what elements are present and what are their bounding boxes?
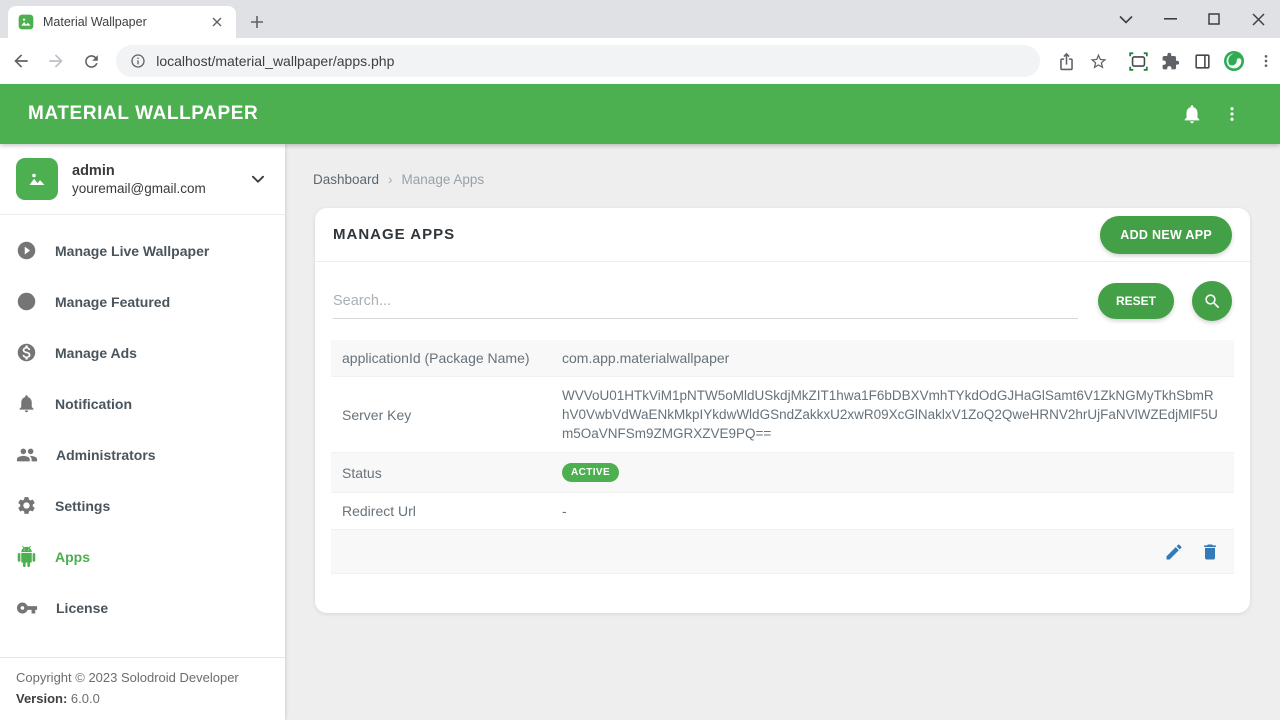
share-icon[interactable] bbox=[1052, 47, 1080, 75]
version-text: Version: 6.0.0 bbox=[16, 691, 269, 706]
sidebar-item-manage-ads[interactable]: Manage Ads bbox=[0, 327, 285, 378]
sidebar-item-label: Manage Ads bbox=[55, 345, 137, 361]
row-value: WVVoU01HTkViM1pNTW5oMldUSkdjMkZIT1hwa1F6… bbox=[556, 377, 1224, 452]
browser-toolbar: localhost/material_wallpaper/apps.php bbox=[0, 38, 1280, 84]
forward-icon[interactable] bbox=[41, 46, 70, 76]
tab-favicon-image-icon bbox=[18, 14, 34, 30]
search-row: RESET bbox=[315, 262, 1250, 340]
profile-name: admin bbox=[72, 163, 233, 179]
table-row-server-key: Server Key WVVoU01HTkViM1pNTW5oMldUSkdjM… bbox=[331, 377, 1234, 453]
window-minimize-icon[interactable] bbox=[1148, 0, 1192, 38]
app-title: MATERIAL WALLPAPER bbox=[28, 103, 1172, 125]
profile-extension-icon[interactable] bbox=[1220, 47, 1248, 75]
people-icon bbox=[16, 444, 38, 466]
extensions-puzzle-icon[interactable] bbox=[1156, 47, 1184, 75]
add-new-app-button[interactable]: ADD NEW APP bbox=[1100, 216, 1232, 254]
breadcrumb-dashboard-link[interactable]: Dashboard bbox=[313, 172, 379, 187]
tab-title: Material Wallpaper bbox=[43, 15, 199, 29]
reload-icon[interactable] bbox=[77, 46, 106, 76]
sidebar-item-manage-live-wallpaper[interactable]: Manage Live Wallpaper bbox=[0, 225, 285, 276]
sidebar-item-administrators[interactable]: Administrators bbox=[0, 429, 285, 480]
toolbar-right-icons bbox=[1052, 47, 1280, 75]
manage-apps-card: MANAGE APPS ADD NEW APP RESET applicatio… bbox=[315, 208, 1250, 613]
profile-chevron-down-icon[interactable] bbox=[247, 168, 269, 190]
screen-capture-extension-icon[interactable] bbox=[1124, 47, 1152, 75]
table-row-redirect-url: Redirect Url - bbox=[331, 493, 1234, 530]
address-bar[interactable]: localhost/material_wallpaper/apps.php bbox=[116, 45, 1040, 77]
sidebar-item-label: Notification bbox=[55, 396, 132, 412]
site-info-icon[interactable] bbox=[130, 53, 146, 69]
profile-section[interactable]: admin youremail@gmail.com bbox=[0, 144, 285, 215]
app-header: MATERIAL WALLPAPER bbox=[0, 84, 1280, 144]
edit-pencil-icon[interactable] bbox=[1162, 540, 1186, 564]
new-tab-button[interactable] bbox=[246, 11, 268, 33]
side-panel-icon[interactable] bbox=[1188, 47, 1216, 75]
back-icon[interactable] bbox=[6, 46, 35, 76]
sidebar-item-label: Apps bbox=[55, 549, 90, 565]
notifications-bell-icon[interactable] bbox=[1172, 94, 1212, 134]
row-label: applicationId (Package Name) bbox=[331, 340, 556, 376]
sidebar-item-settings[interactable]: Settings bbox=[0, 480, 285, 531]
sidebar-footer: Copyright © 2023 Solodroid Developer Ver… bbox=[0, 657, 285, 720]
browser-tab-strip: Material Wallpaper bbox=[0, 0, 1280, 38]
key-icon bbox=[16, 597, 38, 619]
sidebar-item-apps[interactable]: Apps bbox=[0, 531, 285, 582]
window-menu-chevron-icon[interactable] bbox=[1104, 0, 1148, 38]
header-kebab-menu-icon[interactable] bbox=[1212, 94, 1252, 134]
version-label: Version: bbox=[16, 691, 67, 706]
table-row-actions bbox=[331, 530, 1234, 574]
circle-icon bbox=[16, 291, 37, 312]
sidebar: admin youremail@gmail.com Manage Live Wa… bbox=[0, 144, 285, 720]
status-badge: ACTIVE bbox=[562, 463, 619, 482]
tab-close-icon[interactable] bbox=[208, 13, 226, 31]
window-controls bbox=[1104, 0, 1280, 38]
avatar bbox=[16, 158, 58, 200]
window-close-icon[interactable] bbox=[1236, 0, 1280, 38]
sidebar-item-label: Manage Live Wallpaper bbox=[55, 243, 209, 259]
url-text[interactable]: localhost/material_wallpaper/apps.php bbox=[156, 53, 394, 69]
bell-icon bbox=[16, 393, 37, 414]
breadcrumb-current: Manage Apps bbox=[402, 172, 485, 187]
main-content: Dashboard › Manage Apps MANAGE APPS ADD … bbox=[285, 144, 1280, 720]
breadcrumb-separator: › bbox=[388, 172, 393, 187]
table-row-application-id: applicationId (Package Name) com.app.mat… bbox=[331, 340, 1234, 377]
browser-tab[interactable]: Material Wallpaper bbox=[8, 6, 236, 38]
version-value: 6.0.0 bbox=[67, 691, 100, 706]
reset-button[interactable]: RESET bbox=[1098, 283, 1174, 319]
browser-menu-kebab-icon[interactable] bbox=[1252, 47, 1280, 75]
sidebar-item-label: Manage Featured bbox=[55, 294, 170, 310]
row-value: - bbox=[556, 493, 1234, 529]
sidebar-item-manage-featured[interactable]: Manage Featured bbox=[0, 276, 285, 327]
sidebar-item-label: Settings bbox=[55, 498, 110, 514]
table-row-status: Status ACTIVE bbox=[331, 453, 1234, 493]
row-label: Server Key bbox=[331, 377, 556, 452]
row-label: Redirect Url bbox=[331, 493, 556, 529]
sidebar-item-notification[interactable]: Notification bbox=[0, 378, 285, 429]
gear-icon bbox=[16, 495, 37, 516]
breadcrumb: Dashboard › Manage Apps bbox=[313, 172, 484, 187]
search-button[interactable] bbox=[1192, 281, 1232, 321]
delete-trash-icon[interactable] bbox=[1198, 540, 1222, 564]
app-details-table: applicationId (Package Name) com.app.mat… bbox=[331, 340, 1234, 574]
sidebar-item-label: License bbox=[56, 600, 108, 616]
sidebar-menu: Manage Live Wallpaper Manage Featured Ma… bbox=[0, 215, 285, 657]
bookmark-star-icon[interactable] bbox=[1084, 47, 1112, 75]
copyright-text: Copyright © 2023 Solodroid Developer bbox=[16, 670, 269, 685]
sidebar-item-license[interactable]: License bbox=[0, 582, 285, 633]
sidebar-item-label: Administrators bbox=[56, 447, 156, 463]
window-maximize-icon[interactable] bbox=[1192, 0, 1236, 38]
search-input[interactable] bbox=[333, 283, 1078, 319]
row-value: com.app.materialwallpaper bbox=[556, 340, 1234, 376]
android-icon bbox=[16, 546, 37, 567]
profile-email: youremail@gmail.com bbox=[72, 181, 233, 196]
dollar-circle-icon bbox=[16, 342, 37, 363]
profile-info: admin youremail@gmail.com bbox=[72, 163, 233, 196]
search-icon bbox=[1203, 292, 1222, 311]
play-circle-icon bbox=[16, 240, 37, 261]
row-label: Status bbox=[331, 453, 556, 492]
card-header: MANAGE APPS ADD NEW APP bbox=[315, 208, 1250, 262]
card-title: MANAGE APPS bbox=[333, 226, 1100, 243]
